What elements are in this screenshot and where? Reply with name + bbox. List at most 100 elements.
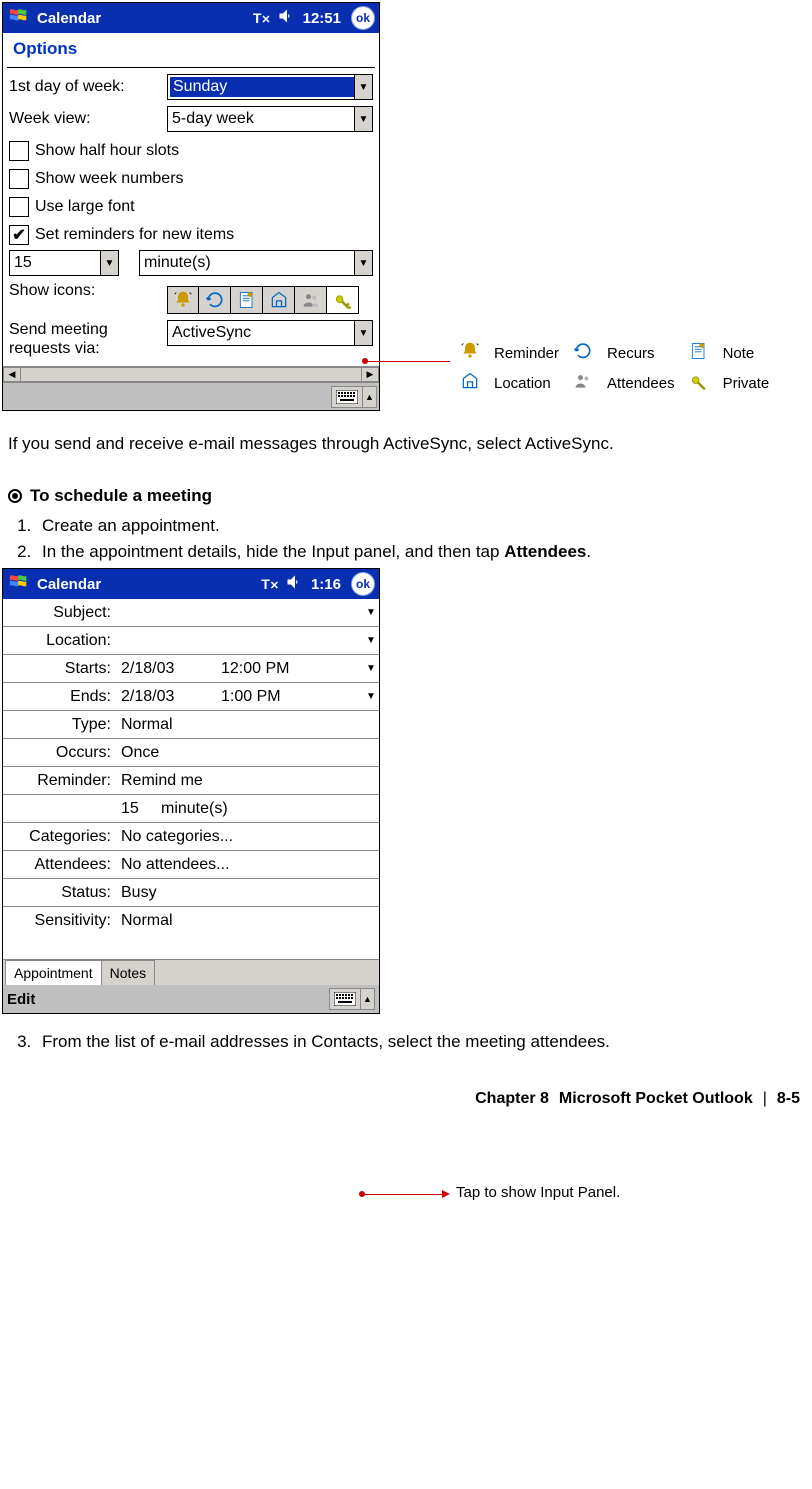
- use-large-font-label: Use large font: [35, 198, 135, 216]
- edit-bar: Edit ▲: [3, 985, 379, 1013]
- start-icon[interactable]: [5, 570, 33, 598]
- options-heading: Options: [7, 35, 375, 68]
- reminder-unit-dropdown[interactable]: minute(s) ▼: [139, 250, 373, 276]
- chevron-down-icon[interactable]: ▼: [363, 635, 379, 646]
- legend-note: Note: [717, 339, 776, 367]
- send-meeting-label: Send meeting requests via:: [9, 320, 167, 358]
- options-screenshot: Calendar T✕ 12:51 ok Options 1st day of …: [2, 2, 380, 411]
- app-title: Calendar: [37, 10, 253, 27]
- categories-field[interactable]: No categories...: [117, 828, 379, 846]
- speaker-icon: [285, 572, 305, 596]
- categories-label: Categories:: [3, 828, 117, 846]
- reminder-label: Reminder:: [3, 772, 117, 790]
- week-view-dropdown[interactable]: 5-day week ▼: [167, 106, 373, 132]
- show-half-hour-checkbox[interactable]: [9, 141, 29, 161]
- show-icons-label: Show icons:: [9, 282, 167, 300]
- clock-2: 1:16: [311, 576, 341, 593]
- title-bar-2: Calendar T✕ 1:16 ok: [3, 569, 379, 599]
- activesync-paragraph: If you send and receive e-mail messages …: [8, 433, 804, 456]
- legend-private: Private: [717, 369, 776, 397]
- edit-menu[interactable]: Edit: [7, 991, 35, 1008]
- icon-legend: Reminder Recurs Note Location Attendees …: [452, 337, 777, 399]
- reminder-field[interactable]: Remind me: [117, 772, 379, 790]
- legend-location: Location: [488, 369, 565, 397]
- use-large-font-checkbox[interactable]: [9, 197, 29, 217]
- type-label: Type:: [3, 716, 117, 734]
- ok-button-2[interactable]: ok: [351, 572, 375, 596]
- horizontal-scrollbar[interactable]: ◀▶: [3, 366, 379, 382]
- type-field[interactable]: Normal: [117, 716, 379, 734]
- status-label: Status:: [3, 884, 117, 902]
- keyboard-icon[interactable]: [331, 386, 363, 408]
- connectivity-icon: T✕: [261, 576, 279, 592]
- legend-reminder: Reminder: [488, 339, 565, 367]
- ends-label: Ends:: [3, 688, 117, 706]
- step-1: Create an appointment.: [36, 516, 804, 536]
- set-reminders-label: Set reminders for new items: [35, 226, 234, 244]
- legend-recurs: Recurs: [601, 339, 681, 367]
- keyboard-icon[interactable]: [329, 988, 361, 1010]
- callout-line: [365, 361, 450, 362]
- input-panel-up-icon[interactable]: ▲: [363, 386, 377, 408]
- send-meeting-dropdown[interactable]: ActiveSync ▼: [167, 320, 373, 346]
- legend-attendees: Attendees: [601, 369, 681, 397]
- starts-field[interactable]: 2/18/03 12:00 PM: [117, 660, 363, 678]
- reminder-qty-dropdown[interactable]: 15 ▼: [9, 250, 119, 276]
- show-half-hour-label: Show half hour slots: [35, 142, 179, 160]
- bullet-icon: [8, 489, 22, 503]
- first-day-label: 1st day of week:: [9, 78, 167, 96]
- clock: 12:51: [303, 10, 341, 27]
- appointment-screenshot: Calendar T✕ 1:16 ok Subject: ▼ Location:…: [2, 568, 380, 1014]
- step-3: From the list of e-mail addresses in Con…: [36, 1032, 804, 1052]
- title-bar: Calendar T✕ 12:51 ok: [3, 3, 379, 33]
- tab-bar: Appointment Notes: [3, 959, 379, 985]
- schedule-meeting-heading: To schedule a meeting: [8, 486, 804, 506]
- steps-list-cont: From the list of e-mail addresses in Con…: [8, 1032, 804, 1052]
- set-reminders-checkbox[interactable]: ✔: [9, 225, 29, 245]
- page-footer: Chapter 8 Microsoft Pocket Outlook | 8-5: [475, 1090, 800, 1108]
- sensitivity-label: Sensitivity:: [3, 912, 117, 930]
- show-week-numbers-checkbox[interactable]: [9, 169, 29, 189]
- chevron-down-icon[interactable]: ▼: [354, 107, 372, 131]
- location-label: Location:: [3, 632, 117, 650]
- app-title-2: Calendar: [37, 576, 261, 593]
- tab-appointment[interactable]: Appointment: [5, 960, 102, 985]
- sensitivity-field[interactable]: Normal: [117, 912, 379, 930]
- occurs-label: Occurs:: [3, 744, 117, 762]
- connectivity-icon: T✕: [253, 10, 271, 26]
- chevron-down-icon[interactable]: ▼: [363, 607, 379, 618]
- attendees-field[interactable]: No attendees...: [117, 856, 379, 874]
- reminder-time-field[interactable]: 15 minute(s): [117, 800, 379, 818]
- location-toggle-icon[interactable]: [263, 286, 295, 314]
- recurs-toggle-icon[interactable]: [199, 286, 231, 314]
- steps-list: Create an appointment. In the appointmen…: [8, 516, 804, 562]
- private-toggle-icon[interactable]: [327, 286, 359, 314]
- starts-label: Starts:: [3, 660, 117, 678]
- callout-arrow-icon: [442, 1190, 450, 1198]
- ends-field[interactable]: 2/18/03 1:00 PM: [117, 688, 363, 706]
- tab-notes[interactable]: Notes: [101, 960, 156, 985]
- chevron-down-icon[interactable]: ▼: [100, 251, 118, 275]
- speaker-icon: [277, 6, 297, 30]
- input-panel-up-icon[interactable]: ▲: [361, 988, 375, 1010]
- ok-button[interactable]: ok: [351, 6, 375, 30]
- chevron-down-icon[interactable]: ▼: [354, 321, 372, 345]
- chevron-down-icon[interactable]: ▼: [363, 691, 379, 702]
- chevron-down-icon[interactable]: ▼: [354, 75, 372, 99]
- start-icon[interactable]: [5, 4, 33, 32]
- command-bar: ▲: [3, 382, 379, 410]
- show-week-numbers-label: Show week numbers: [35, 170, 184, 188]
- chevron-down-icon[interactable]: ▼: [354, 251, 372, 275]
- attendees-toggle-icon[interactable]: [295, 286, 327, 314]
- note-toggle-icon[interactable]: [231, 286, 263, 314]
- occurs-field[interactable]: Once: [117, 744, 379, 762]
- first-day-dropdown[interactable]: Sunday ▼: [167, 74, 373, 100]
- step-2: In the appointment details, hide the Inp…: [36, 542, 804, 562]
- week-view-label: Week view:: [9, 110, 167, 128]
- attendees-label: Attendees:: [3, 856, 117, 874]
- status-field[interactable]: Busy: [117, 884, 379, 902]
- reminder-toggle-icon[interactable]: [167, 286, 199, 314]
- input-panel-callout: Tap to show Input Panel.: [456, 1184, 620, 1201]
- chevron-down-icon[interactable]: ▼: [363, 663, 379, 674]
- subject-label: Subject:: [3, 604, 117, 622]
